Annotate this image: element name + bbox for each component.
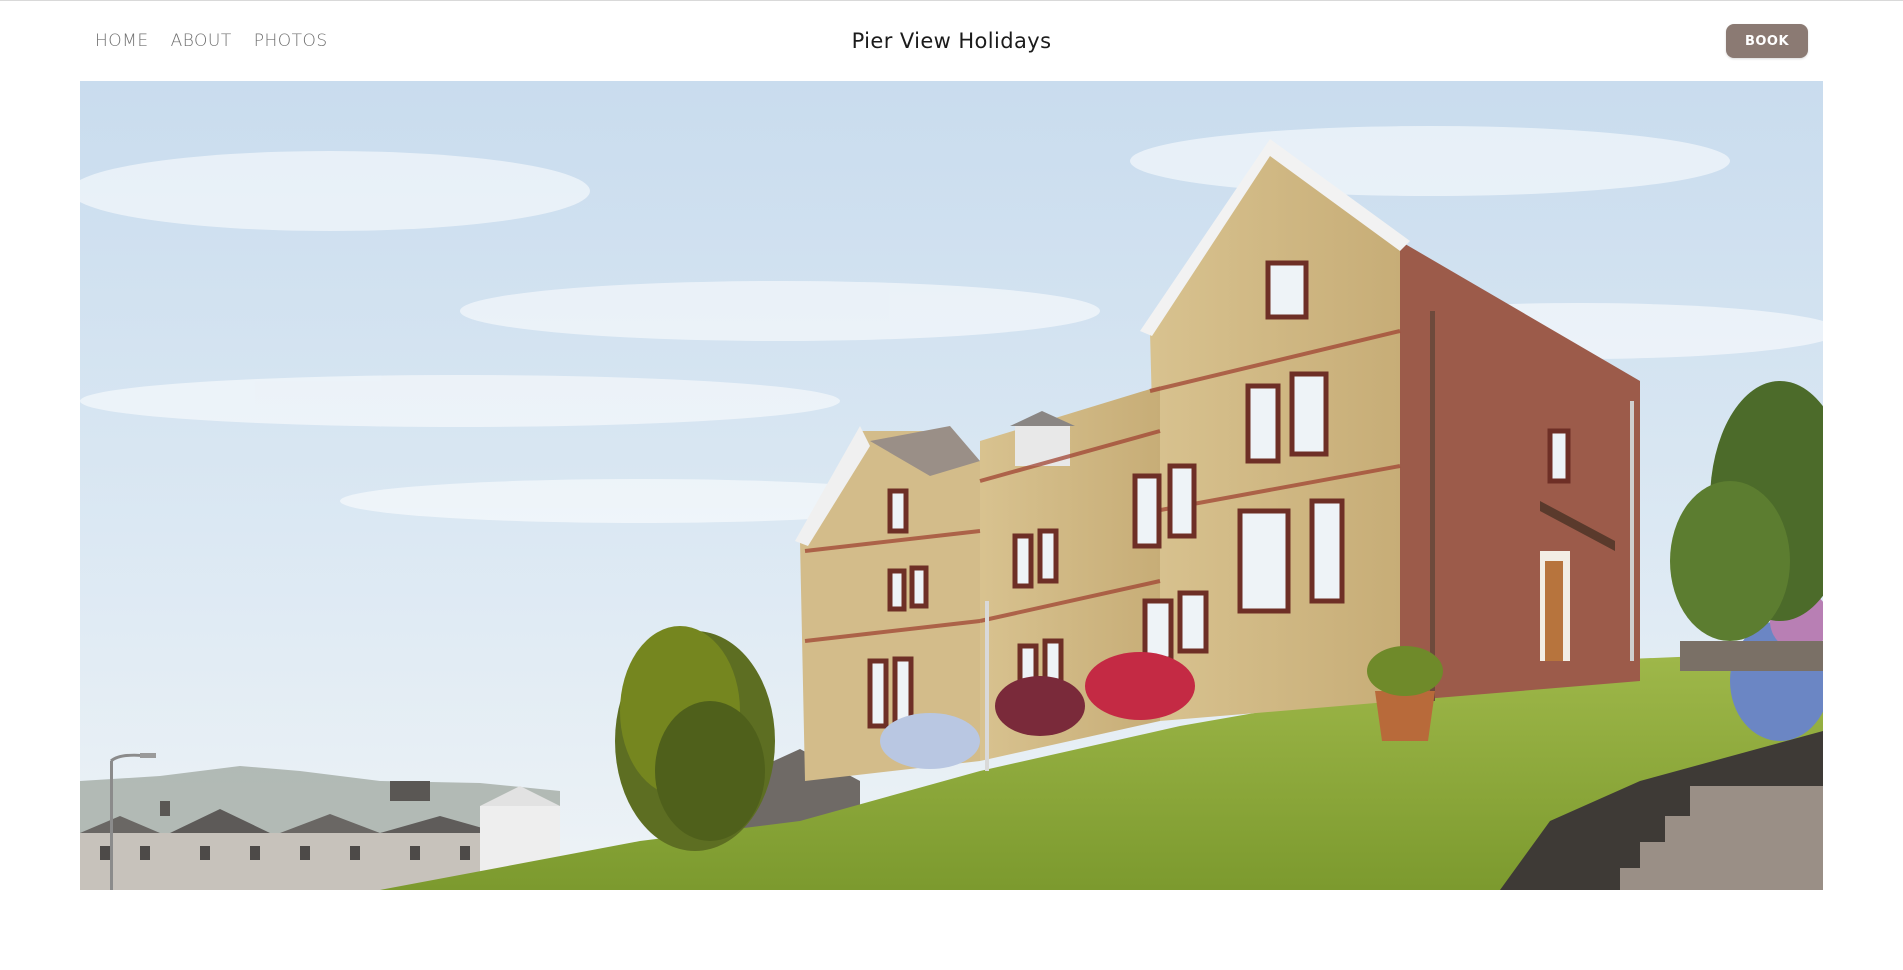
nav-photos-link[interactable]: PHOTOS — [254, 31, 328, 51]
hero-house-image — [80, 81, 1823, 890]
book-button[interactable]: BOOK — [1726, 24, 1808, 58]
hero-photo — [80, 81, 1823, 890]
nav-home-link[interactable]: HOME — [95, 31, 149, 51]
nav-about-link[interactable]: ABOUT — [171, 31, 232, 51]
main-nav: HOME ABOUT PHOTOS — [95, 1, 328, 81]
site-header: HOME ABOUT PHOTOS Pier View Holidays BOO… — [0, 1, 1903, 81]
site-title[interactable]: Pier View Holidays — [852, 29, 1052, 53]
